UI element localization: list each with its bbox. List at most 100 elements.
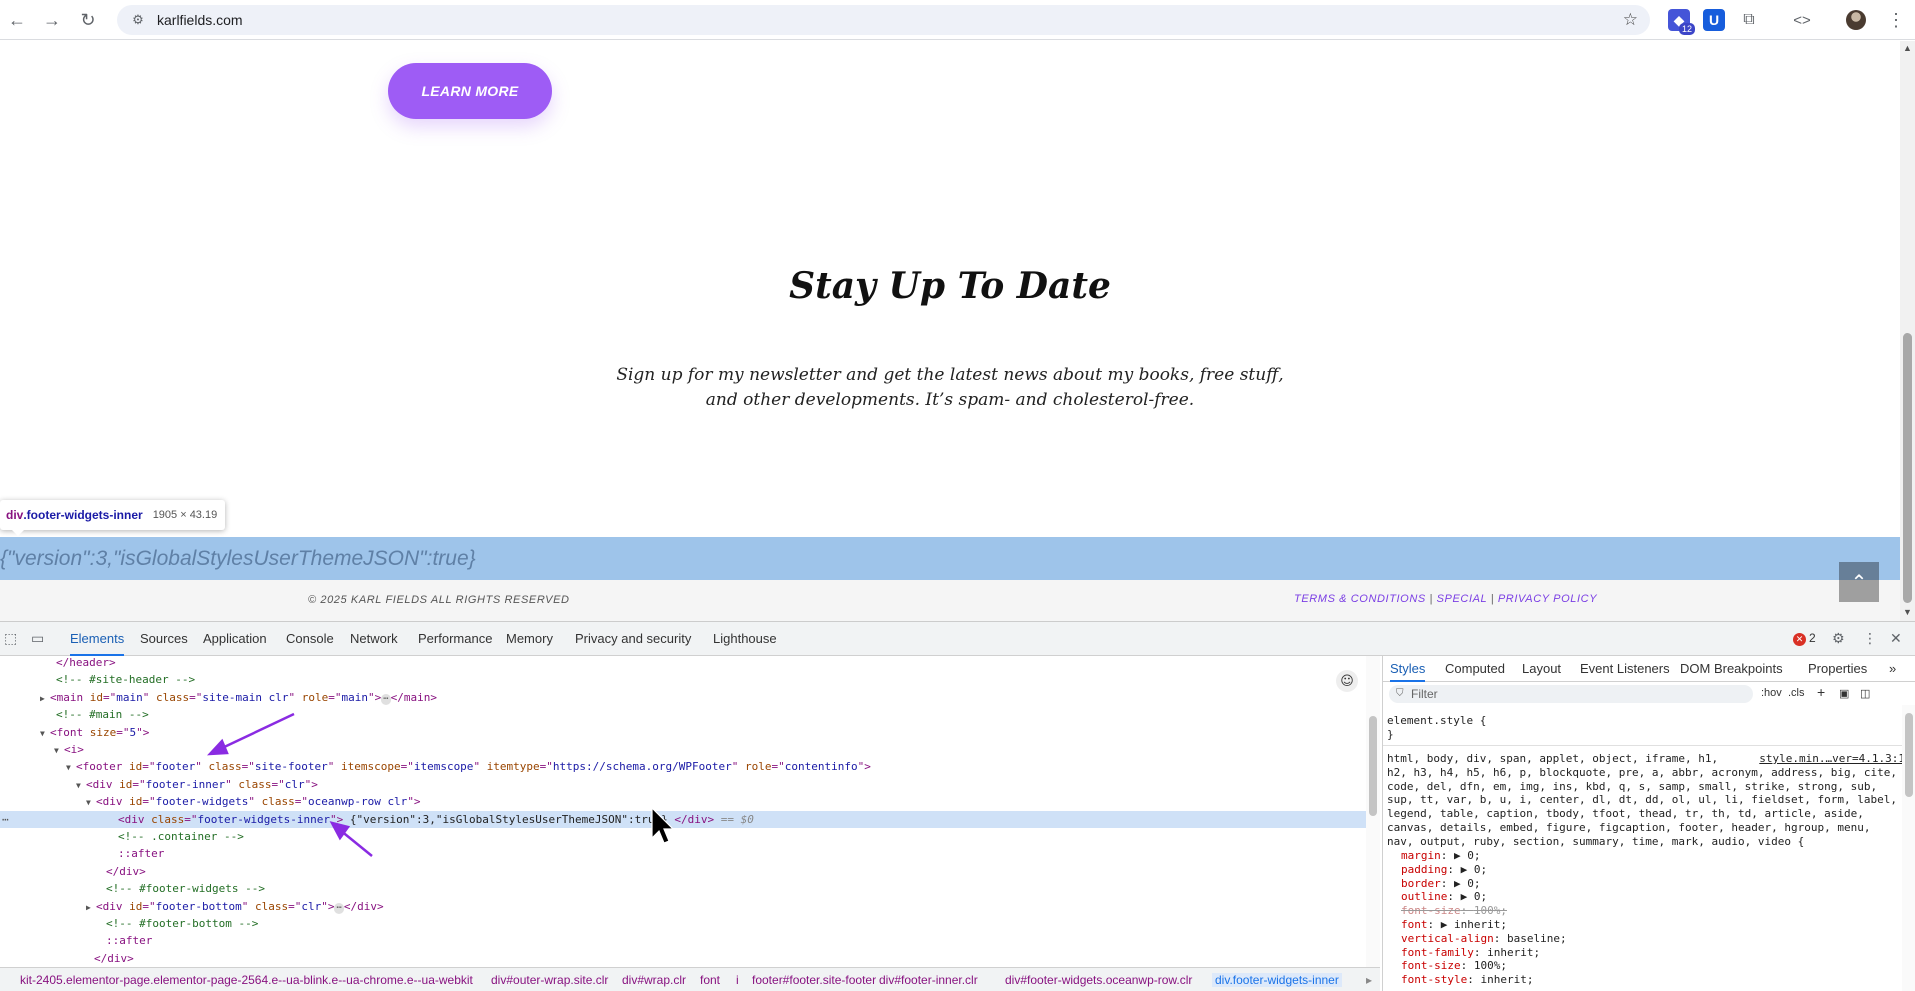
forward-arrow-icon[interactable]: → <box>40 8 64 32</box>
dom-node-line[interactable]: <!-- .container --> <box>0 828 1366 845</box>
dom-node-line[interactable]: ::after <box>0 932 1366 949</box>
stylesheet-source-link[interactable]: style.min.…ver=4.1.3:1 <box>1759 752 1905 765</box>
dom-node-line[interactable]: <!-- #footer-bottom --> <box>0 915 1366 932</box>
page-scrollbar[interactable]: ▲ ▼ <box>1900 41 1915 621</box>
elements-scrollbar[interactable] <box>1366 656 1380 967</box>
devtools-code-icon[interactable]: <> <box>1791 9 1813 31</box>
accessibility-tree-icon[interactable]: ☺ <box>1336 670 1358 692</box>
breadcrumb-item[interactable]: kit-2405.elementor-page.elementor-page-2… <box>20 973 473 987</box>
back-arrow-icon[interactable]: ← <box>5 8 29 32</box>
more-tabs-icon[interactable]: » <box>1889 661 1896 676</box>
browser-menu-icon[interactable]: ⋮ <box>1885 9 1907 31</box>
collapsed-triangle-icon[interactable]: ▶ <box>40 690 50 707</box>
breadcrumb-item[interactable]: i <box>736 973 739 987</box>
settings-gear-icon[interactable]: ⚙ <box>1832 631 1845 647</box>
dom-node-line[interactable]: ▼ <div id="footer-widgets" class="oceanwp… <box>0 793 1366 810</box>
breadcrumb-scroll-right-icon[interactable]: ▸ <box>1366 973 1372 987</box>
css-declaration[interactable]: vertical-align: baseline; <box>1401 932 1567 946</box>
styles-scrollbar[interactable] <box>1902 705 1915 991</box>
breadcrumb-item[interactable]: div#footer-inner.clr <box>879 973 978 987</box>
css-declaration[interactable]: margin: ▶ 0; <box>1401 849 1481 863</box>
elements-scrollbar-thumb[interactable] <box>1369 716 1377 816</box>
scroll-down-icon[interactable]: ▼ <box>1903 607 1912 617</box>
paint-brush-icon[interactable]: ▣ <box>1839 687 1849 700</box>
tab-sources[interactable]: Sources <box>140 631 188 646</box>
css-declaration[interactable]: font-style: inherit; <box>1401 973 1533 987</box>
collapsed-triangle-icon[interactable]: ▶ <box>86 899 96 916</box>
styles-tab-styles[interactable]: Styles <box>1390 661 1426 682</box>
expanded-triangle-icon[interactable]: ▼ <box>66 759 76 776</box>
dom-node-line[interactable]: ▼ <footer id="footer" class="site-footer"… <box>0 758 1366 775</box>
css-property-name[interactable]: outline <box>1401 890 1447 903</box>
back-to-top-button[interactable]: ⌃ <box>1839 562 1879 602</box>
tab-elements[interactable]: Elements <box>70 631 125 656</box>
css-declaration[interactable]: font-size: 100%; <box>1401 959 1507 973</box>
styles-tab-properties[interactable]: Properties <box>1808 661 1867 676</box>
breadcrumb-item[interactable]: div.footer-widgets-inner <box>1212 973 1342 987</box>
css-property-name[interactable]: font-size <box>1401 904 1461 917</box>
collapsed-content-ellipsis[interactable]: ⋯ <box>334 902 344 914</box>
terms-link[interactable]: TERMS & CONDITIONS <box>1294 593 1426 605</box>
expanded-triangle-icon[interactable]: ▼ <box>86 794 96 811</box>
dom-node-line[interactable]: </div> <box>0 950 1366 967</box>
learn-more-button[interactable]: LEARN MORE <box>388 63 552 119</box>
styles-tab-dom-breakpoints[interactable]: DOM Breakpoints <box>1680 661 1783 676</box>
dom-node-line[interactable]: </div> <box>0 863 1366 880</box>
dom-node-line[interactable]: <!-- #footer-widgets --> <box>0 880 1366 897</box>
expanded-triangle-icon[interactable]: ▼ <box>76 777 86 794</box>
dom-node-line[interactable]: ▼ <i> <box>0 741 1366 758</box>
toggle-sidebar-icon[interactable]: ◫ <box>1860 687 1870 700</box>
url-text[interactable]: karlfields.com <box>157 12 243 28</box>
new-rule-button[interactable]: + <box>1817 684 1825 700</box>
breadcrumb-item[interactable]: div#footer-widgets.oceanwp-row.clr <box>1005 973 1192 987</box>
css-declaration[interactable]: font-family: inherit; <box>1401 946 1540 960</box>
breadcrumb-item[interactable]: div#wrap.clr <box>622 973 686 987</box>
css-property-value[interactable]: inherit; <box>1480 973 1533 986</box>
css-property-name[interactable]: font-family <box>1401 946 1474 959</box>
css-declaration[interactable]: border: ▶ 0; <box>1401 877 1481 891</box>
collapsed-content-ellipsis[interactable]: ⋯ <box>381 693 391 705</box>
tab-console[interactable]: Console <box>286 631 334 646</box>
tab-lighthouse[interactable]: Lighthouse <box>713 631 777 646</box>
cls-toggle[interactable]: .cls <box>1788 687 1805 699</box>
tab-application[interactable]: Application <box>203 631 267 646</box>
tab-performance[interactable]: Performance <box>418 631 492 646</box>
css-property-value[interactable]: ▶ 0; <box>1454 849 1481 862</box>
element-style-rule[interactable]: element.style { <box>1387 714 1486 728</box>
css-property-name[interactable]: font-style <box>1401 973 1467 986</box>
css-property-name[interactable]: vertical-align <box>1401 932 1494 945</box>
extensions-puzzle-icon[interactable]: ⧉ <box>1738 9 1760 31</box>
css-property-value[interactable]: ▶ 0; <box>1454 877 1481 890</box>
dom-node-line[interactable]: ▶ <main id="main" class="site-main clr" r… <box>0 689 1366 706</box>
css-declaration[interactable]: font-size: 100%; <box>1401 904 1507 918</box>
css-property-value[interactable]: 100%; <box>1474 904 1507 917</box>
css-property-value[interactable]: inherit; <box>1487 946 1540 959</box>
css-declaration[interactable]: font: ▶ inherit; <box>1401 918 1507 932</box>
device-toolbar-icon[interactable]: ▭ <box>31 631 44 647</box>
dom-node-line[interactable]: ▶ <div id="footer-bottom" class="clr"> ⋯ </… <box>0 898 1366 915</box>
styles-tab-computed[interactable]: Computed <box>1445 661 1505 676</box>
css-property-value[interactable]: ▶ 0; <box>1461 890 1488 903</box>
dom-node-line[interactable]: ▼ <font size="5"> <box>0 724 1366 741</box>
elements-dom-tree[interactable]: </header> <!-- #site-header --> ▶ <main id=… <box>0 656 1380 967</box>
css-property-name[interactable]: padding <box>1401 863 1447 876</box>
more-options-icon[interactable]: ⋮ <box>1863 631 1877 647</box>
tab-privacy-and-security[interactable]: Privacy and security <box>575 631 691 646</box>
breadcrumb-item[interactable]: div#outer-wrap.site.clr <box>491 973 608 987</box>
bookmark-star-icon[interactable]: ☆ <box>1623 10 1638 30</box>
css-property-name[interactable]: margin <box>1401 849 1441 862</box>
hov-toggle[interactable]: :hov <box>1761 687 1782 699</box>
dom-node-line[interactable]: ::after <box>0 845 1366 862</box>
profile-avatar[interactable] <box>1846 10 1866 30</box>
css-property-value[interactable]: ▶ 0; <box>1461 863 1488 876</box>
bitwarden-shield-icon[interactable]: U <box>1703 9 1725 31</box>
styles-tab-event-listeners[interactable]: Event Listeners <box>1580 661 1670 676</box>
css-property-value[interactable]: ▶ inherit; <box>1441 918 1507 931</box>
dom-node-line[interactable]: ▼ <div id="footer-inner" class="clr"> <box>0 776 1366 793</box>
dom-node-line[interactable]: <!-- #site-header --> <box>0 671 1366 688</box>
scroll-up-icon[interactable]: ▲ <box>1903 43 1912 53</box>
special-link[interactable]: SPECIAL <box>1437 593 1487 605</box>
breadcrumb-item[interactable]: font <box>700 973 720 987</box>
css-property-value[interactable]: baseline; <box>1507 932 1567 945</box>
styles-tab-layout[interactable]: Layout <box>1522 661 1561 676</box>
